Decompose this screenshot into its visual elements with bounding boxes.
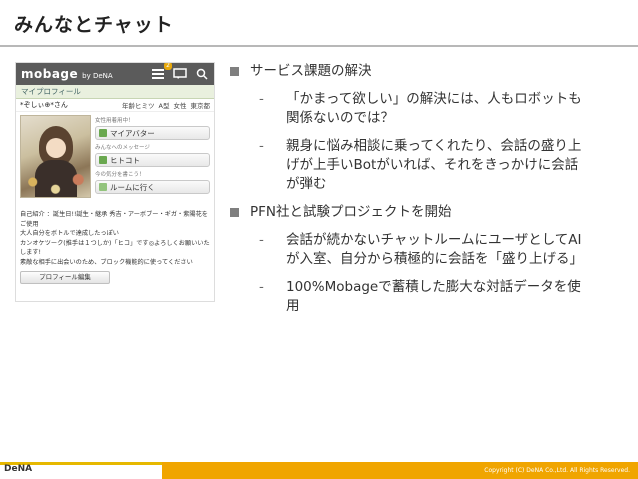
mobage-profile-screenshot: mobage by DeNA 2 マイプロフィール *ぞしぃ⊕*さん 年齢ヒミツ… [15, 62, 215, 302]
room-icon [99, 183, 107, 191]
sub-bullet-item: - 会話が続かないチャットルームにユーザとしてAIが入室、自分から積極的に会話を… [228, 231, 586, 269]
dash-bullet: - [259, 138, 264, 154]
card-title: ヒトコト [110, 155, 140, 165]
profile-header: マイプロフィール [16, 85, 214, 99]
meta-gender: 女性 [173, 102, 187, 110]
sub-bullet-item: - 100%Mobageで蓄積した膨大な対話データを使用 [228, 278, 586, 316]
bullet-list: サービス課題の解決 - 「かまって欲しい」の解決には、人もロボットも関係ないので… [228, 62, 628, 316]
pencil-icon [99, 156, 107, 164]
user-name-row: *ぞしぃ⊕*さん 年齢ヒミツ A型 女性 東京都 [16, 99, 214, 112]
edit-profile-button[interactable]: プロフィール編集 [20, 271, 110, 284]
user-name: *ぞしぃ⊕*さん [20, 101, 68, 109]
avatar-image[interactable] [20, 115, 91, 198]
bullet-text: PFN社と試験プロジェクトを開始 [250, 204, 452, 220]
go-to-room-button[interactable]: ルームに行く [95, 180, 210, 194]
card-label: 今の気分を書こう！ [95, 172, 145, 178]
mobage-logo-sub: by DeNA [82, 71, 113, 80]
bullet-item: PFN社と試験プロジェクトを開始 [228, 203, 628, 222]
search-icon[interactable] [195, 68, 209, 80]
bullet-text: サービス課題の解決 [250, 63, 372, 79]
meta-age: 年齢ヒミツ [122, 102, 155, 110]
card-title: ルームに行く [110, 182, 155, 192]
intro-line: 自己紹介 ：誕生日!!誕生・継承 秀吉・アーボブー・ギガ・紫陽花をご使用 [20, 211, 208, 228]
dena-logo: DeNA [4, 464, 33, 474]
slide-title: みんなとチャット [14, 14, 174, 36]
message-icon[interactable] [173, 68, 187, 80]
sub-bullet-item: - 親身に悩み相談に乗ってくれたり、会話の盛り上げが上手いBotがいれば、それを… [228, 137, 586, 194]
shirt-icon [99, 129, 107, 137]
meta-blood: A型 [158, 102, 170, 110]
title-divider [0, 45, 638, 47]
self-intro: 自己紹介 ：誕生日!!誕生・継承 秀吉・アーボブー・ギガ・紫陽花をご使用 大人自… [20, 210, 210, 267]
footer-line [0, 462, 638, 465]
card-label: 女性用着用中！ [95, 118, 134, 124]
my-avatar-button[interactable]: マイアバター [95, 126, 210, 140]
sub-bullet-text: 「かまって欲しい」の解決には、人もロボットも関係ないのでは？ [286, 91, 582, 126]
menu-icon[interactable]: 2 [151, 63, 172, 80]
dash-bullet: - [259, 232, 264, 248]
bullet-item: サービス課題の解決 [228, 62, 628, 81]
square-bullet-icon [230, 208, 239, 217]
mobage-logo[interactable]: mobage [21, 67, 78, 81]
copyright-text: Copyright (C) DeNA Co.,Ltd. All Rights R… [484, 467, 630, 474]
intro-line: カンオケツーク(推手は１つしか)「ヒコ」です◎よろしくお願いいたします! [20, 239, 210, 257]
dash-bullet: - [259, 91, 264, 107]
square-bullet-icon [230, 67, 239, 76]
meta-location: 東京都 [190, 102, 211, 110]
hitokoto-button[interactable]: ヒトコト [95, 153, 210, 167]
sub-bullet-text: 親身に悩み相談に乗ってくれたり、会話の盛り上げが上手いBotがいれば、それをきっ… [286, 138, 582, 192]
card-title: マイアバター [110, 128, 155, 138]
intro-line: 素敵な相手に出会いのため、ブロック機能的に使ってください [20, 258, 193, 266]
sub-bullet-text: 100%Mobageで蓄積した膨大な対話データを使用 [286, 279, 581, 314]
dash-bullet: - [259, 279, 264, 295]
notification-badge: 2 [164, 62, 172, 70]
sub-bullet-text: 会話が続かないチャットルームにユーザとしてAIが入室、自分から積極的に会話を「盛… [286, 232, 583, 267]
sub-bullet-item: - 「かまって欲しい」の解決には、人もロボットも関係ないのでは？ [228, 90, 586, 128]
card-label: みんなへのメッセージ [95, 145, 150, 151]
mobage-header: mobage by DeNA 2 [16, 63, 214, 85]
intro-line: 大人自分をボトルで達成したっぽい [20, 230, 119, 237]
